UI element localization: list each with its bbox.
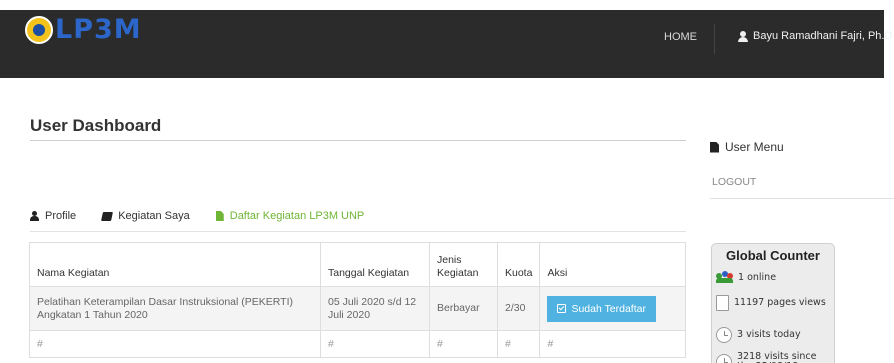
dashboard-tabs: Profile Kegiatan Saya Daftar Kegiatan LP…: [30, 208, 390, 224]
tab-kegiatan-saya[interactable]: Kegiatan Saya: [101, 210, 190, 222]
cell-jenis: Berbayar: [429, 286, 498, 331]
page-title: User Dashboard: [30, 116, 162, 135]
cell-tanggal: 05 Juli 2020 s/d 12 Juli 2020: [320, 286, 430, 331]
table-header-row: Nama Kegiatan Tanggal Kegiatan Jenis Keg…: [29, 242, 686, 287]
online-text: 1 online: [738, 271, 777, 283]
cell-aksi: #: [539, 330, 686, 358]
file-icon: [215, 211, 224, 221]
cell-aksi: Sudah Terdaftar: [539, 286, 686, 331]
brand-logo[interactable]: LP3M: [25, 14, 142, 45]
column-header: Kuota: [496, 242, 541, 287]
cell-kuota: 2/30: [496, 286, 541, 331]
column-header: Nama Kegiatan: [29, 242, 321, 287]
tab-label: Profile: [45, 210, 77, 222]
user-menu-heading: User Menu: [710, 140, 784, 154]
visits-today-text: 3 visits today: [737, 329, 801, 340]
button-label: Sudah Terdaftar: [571, 302, 646, 315]
kegiatan-table: Nama Kegiatan Tanggal Kegiatan Jenis Keg…: [29, 242, 686, 358]
university-seal-icon: [25, 15, 53, 44]
page-icon: [716, 295, 729, 311]
title-divider: [30, 140, 686, 141]
users-online-icon: [716, 271, 734, 283]
sudah-terdaftar-button[interactable]: Sudah Terdaftar: [547, 295, 656, 322]
cell-nama: Pelatihan Keterampilan Dasar Instruksion…: [29, 286, 321, 331]
user-icon: [738, 30, 748, 42]
cell-nama: #: [29, 330, 321, 358]
page-views-count: 11197 pages views: [716, 295, 826, 311]
page-views-text: 11197 pages views: [734, 297, 826, 308]
table-row: # # # # #: [29, 330, 686, 358]
user-name: Bayu Ramadhani Fajri, Ph.D: [753, 30, 893, 42]
tab-label: Daftar Kegiatan LP3M UNP: [229, 210, 365, 222]
tabs-divider: [30, 231, 686, 232]
column-header: Tanggal Kegiatan: [320, 242, 430, 287]
global-counter-widget: Global Counter 1 online 11197 pages view…: [711, 243, 835, 363]
tab-label: Kegiatan Saya: [118, 210, 190, 222]
clock-icon: [716, 327, 732, 343]
cell-jenis: #: [429, 330, 498, 358]
clock-icon: [716, 354, 732, 363]
column-header: Aksi: [539, 242, 686, 287]
visits-since-count: 3218 visits since the 25/08/18: [716, 352, 825, 363]
tab-profile[interactable]: Profile: [30, 210, 76, 222]
nav-home-link[interactable]: HOME: [664, 31, 697, 43]
book-icon: [101, 211, 114, 221]
tab-daftar-kegiatan[interactable]: Daftar Kegiatan LP3M UNP: [215, 210, 365, 222]
brand-text: LP3M: [55, 14, 142, 45]
nav-divider: [714, 24, 715, 54]
cell-kuota: #: [496, 330, 541, 358]
online-count: 1 online: [716, 271, 776, 283]
check-square-icon: [557, 304, 567, 313]
column-header: Jenis Kegiatan: [429, 242, 498, 287]
visits-since-text: 3218 visits since the 25/08/18: [737, 351, 817, 363]
cell-tanggal: #: [320, 330, 430, 358]
user-menu-title: User Menu: [725, 140, 784, 154]
document-icon: [710, 141, 719, 153]
user-account-menu[interactable]: Bayu Ramadhani Fajri, Ph.D: [738, 30, 892, 42]
visits-today-count: 3 visits today: [716, 327, 801, 343]
logout-link[interactable]: LOGOUT: [712, 176, 756, 188]
table-row: Pelatihan Keterampilan Dasar Instruksion…: [29, 286, 686, 331]
sidebar-divider: [710, 198, 894, 199]
user-icon: [30, 211, 39, 221]
counter-title: Global Counter: [726, 248, 820, 263]
top-navbar: LP3M HOME Bayu Ramadhani Fajri, Ph.D: [0, 0, 892, 78]
